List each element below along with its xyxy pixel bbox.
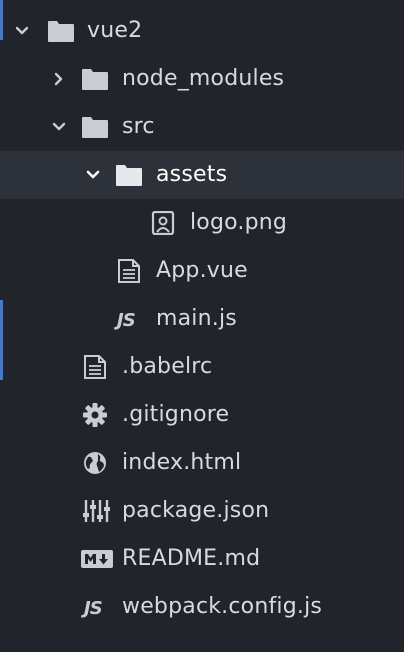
- tree-item-label: assets: [156, 162, 228, 187]
- tree-item-assets[interactable]: assets: [0, 151, 404, 199]
- folder-icon: [82, 69, 108, 90]
- tree-item-vue2[interactable]: vue2: [0, 7, 404, 55]
- folder-icon: [48, 21, 74, 42]
- image-file-icon: [151, 211, 175, 235]
- tree-item-label: webpack.config.js: [122, 594, 323, 619]
- tree-item-webpack-config-js[interactable]: JS webpack.config.js: [0, 583, 404, 631]
- folder-icon: [82, 117, 108, 138]
- folder-icon: [116, 165, 142, 186]
- chevron-down-icon[interactable]: [51, 119, 67, 135]
- chevron-down-icon[interactable]: [14, 23, 30, 39]
- tree-item-src[interactable]: src: [0, 103, 404, 151]
- tree-item-label: index.html: [122, 450, 242, 475]
- chevron-right-icon[interactable]: [51, 71, 67, 87]
- markdown-icon: [81, 550, 113, 568]
- js-file-icon: JS: [84, 598, 103, 619]
- text-file-icon: [118, 259, 140, 283]
- tree-item-label: vue2: [87, 18, 143, 43]
- gear-icon: [83, 403, 107, 427]
- tree-item-label: src: [122, 114, 155, 139]
- settings-sliders-icon: [83, 500, 110, 522]
- tree-item-main-js[interactable]: JS main.js: [0, 295, 404, 343]
- tree-item-logo-png[interactable]: logo.png: [0, 199, 404, 247]
- tree-item-app-vue[interactable]: App.vue: [0, 247, 404, 295]
- chevron-down-icon[interactable]: [85, 167, 101, 183]
- tree-item-label: logo.png: [190, 210, 288, 235]
- tree-item-label: .gitignore: [122, 402, 230, 427]
- tree-item-package-json[interactable]: package.json: [0, 487, 404, 535]
- tree-item-readme-md[interactable]: README.md: [0, 535, 404, 583]
- tree-item-gitignore[interactable]: .gitignore: [0, 391, 404, 439]
- file-tree: vue2 node_modules src assets logo.png Ap…: [0, 7, 404, 631]
- tree-item-label: main.js: [156, 306, 237, 331]
- js-file-icon: JS: [117, 310, 136, 331]
- tree-item-label: README.md: [122, 546, 261, 571]
- tree-item-label: package.json: [122, 498, 270, 523]
- text-file-icon: [84, 355, 106, 379]
- tree-item-node-modules[interactable]: node_modules: [0, 55, 404, 103]
- tree-item-label: node_modules: [122, 66, 285, 91]
- tree-item-label: .babelrc: [122, 354, 213, 379]
- tree-item-index-html[interactable]: index.html: [0, 439, 404, 487]
- globe-icon: [84, 452, 106, 474]
- tree-item-babelrc[interactable]: .babelrc: [0, 343, 404, 391]
- tree-item-label: App.vue: [156, 258, 248, 283]
